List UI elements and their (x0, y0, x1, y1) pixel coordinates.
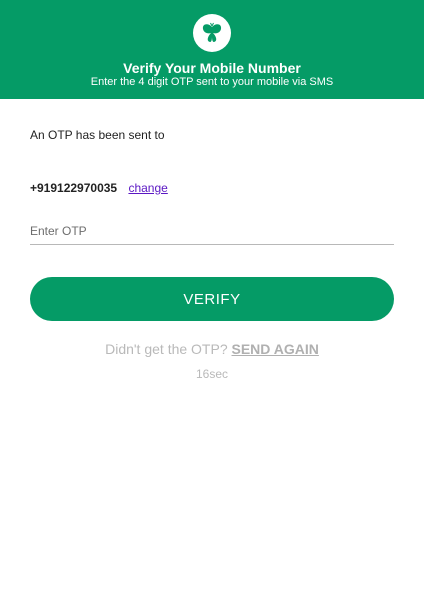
otp-sent-text: An OTP has been sent to (30, 128, 165, 142)
resend-row: Didn't get the OTP? SEND AGAIN (0, 341, 424, 357)
header-bar: Verify Your Mobile Number Enter the 4 di… (0, 0, 424, 99)
resend-timer: 16sec (195, 367, 229, 381)
verify-button[interactable]: VERIFY (30, 277, 394, 321)
butterfly-icon (202, 22, 222, 42)
phone-number: +919122970035 (30, 181, 118, 195)
change-number-link[interactable]: change (128, 181, 167, 195)
otp-input[interactable] (30, 218, 394, 245)
resend-prompt: Didn't get the OTP? (105, 341, 228, 357)
page-subtitle: Enter the 4 digit OTP sent to your mobil… (90, 76, 334, 88)
page-title: Verify Your Mobile Number (123, 60, 301, 76)
phone-row: +919122970035 change (30, 181, 168, 195)
logo (193, 14, 231, 52)
send-again-link[interactable]: SEND AGAIN (232, 341, 319, 357)
